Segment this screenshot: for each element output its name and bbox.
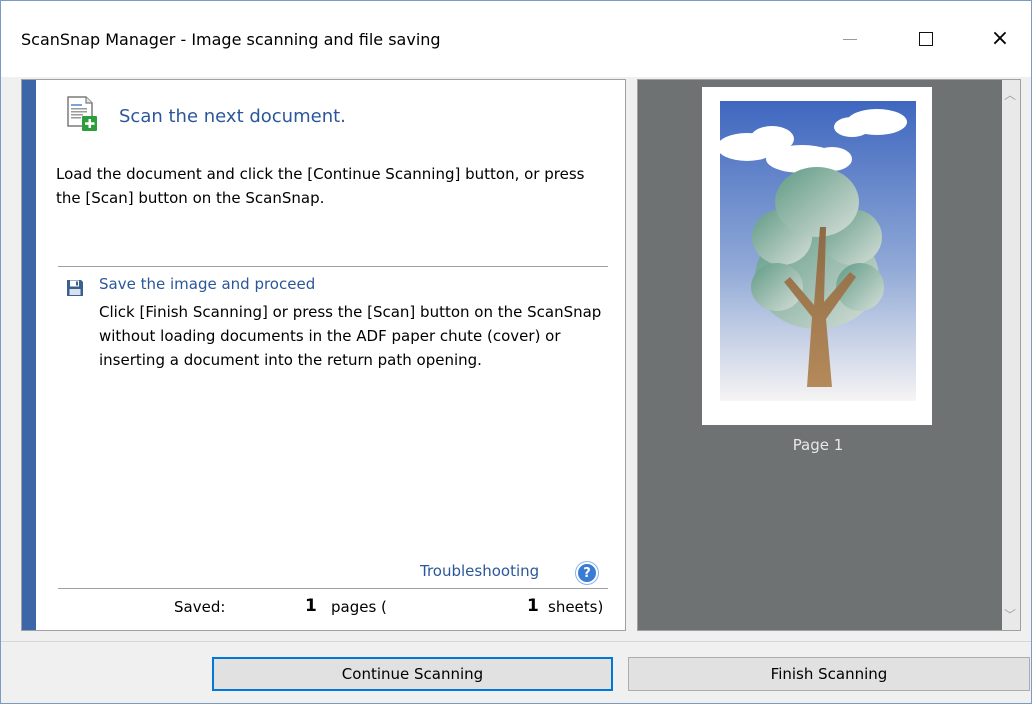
scan-dialog-window: ScanSnap Manager - Image scanning and fi… xyxy=(0,0,1032,704)
instruction-heading: Scan the next document. xyxy=(119,106,346,127)
minimize-button[interactable] xyxy=(827,19,873,59)
scroll-down-icon[interactable]: ﹀ xyxy=(1004,606,1016,623)
add-document-icon xyxy=(67,96,97,131)
finish-scanning-button[interactable]: Finish Scanning xyxy=(628,657,1030,691)
section-divider xyxy=(58,266,608,267)
save-section-title: Save the image and proceed xyxy=(99,275,316,293)
status-divider xyxy=(58,588,608,589)
maximize-icon xyxy=(919,32,933,46)
accent-bar xyxy=(22,80,36,630)
continue-scanning-button[interactable]: Continue Scanning xyxy=(212,657,613,691)
scroll-up-icon[interactable]: ︿ xyxy=(1004,86,1016,103)
save-section-text: Click [Finish Scanning] or press the [Sc… xyxy=(99,303,602,369)
help-icon[interactable]: ? xyxy=(576,562,598,584)
saved-label: Saved: xyxy=(174,598,226,616)
sheets-unit: sheets) xyxy=(548,598,604,616)
pages-unit: pages ( xyxy=(331,598,387,616)
sheets-count: 1 xyxy=(527,596,539,616)
preview-panel: Page 1 ︿ ﹀ xyxy=(637,79,1021,631)
page-thumbnail[interactable] xyxy=(702,87,932,425)
window-title: ScanSnap Manager - Image scanning and fi… xyxy=(21,30,441,49)
pages-count: 1 xyxy=(305,596,317,616)
title-bar: ScanSnap Manager - Image scanning and fi… xyxy=(1,1,1031,77)
instruction-text: Load the document and click the [Continu… xyxy=(56,165,585,207)
button-area-divider xyxy=(1,641,1031,642)
floppy-disk-icon xyxy=(67,280,83,296)
troubleshooting-link[interactable]: Troubleshooting xyxy=(420,562,539,580)
scanned-image-tree xyxy=(717,101,916,401)
maximize-button[interactable] xyxy=(903,19,949,59)
instructions-panel: Scan the next document. Load the documen… xyxy=(21,79,626,631)
close-icon: × xyxy=(990,26,1010,51)
minimize-icon xyxy=(843,38,857,40)
close-button[interactable]: × xyxy=(977,19,1023,59)
help-icon-glyph: ? xyxy=(583,565,591,581)
page-label: Page 1 xyxy=(792,436,844,454)
preview-scrollbar[interactable]: ︿ ﹀ xyxy=(1002,80,1020,630)
